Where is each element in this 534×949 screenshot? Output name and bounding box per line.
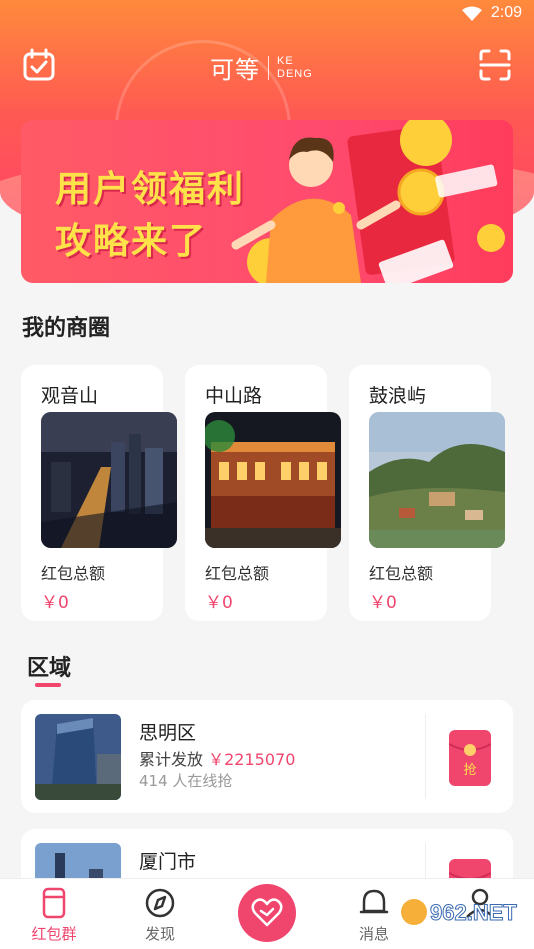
site-watermark: 962.NET 乐游网 bbox=[398, 892, 532, 944]
heart-handshake-icon bbox=[251, 898, 283, 927]
scan-icon[interactable] bbox=[478, 48, 512, 82]
region-title-underline bbox=[35, 683, 61, 687]
circle-total-amount: ￥0 bbox=[369, 593, 397, 613]
top-bar: 可等 KE DENG bbox=[0, 46, 534, 90]
promo-banner[interactable]: 用户领福利 攻略来了 bbox=[21, 120, 513, 283]
circle-card-guanyinshan[interactable]: 观音山 红包总额 ￥0 bbox=[21, 365, 177, 621]
svg-text:抢: 抢 bbox=[463, 762, 476, 778]
logo-chinese: 可等 bbox=[210, 56, 260, 84]
calendar-check-icon[interactable] bbox=[22, 48, 56, 82]
grab-red-packet-button[interactable]: 抢 bbox=[448, 730, 492, 786]
circle-photo-island bbox=[369, 412, 505, 548]
red-packet-icon: 抢 bbox=[448, 730, 492, 786]
nav-label: 红包群 bbox=[31, 925, 77, 943]
wifi-icon bbox=[462, 6, 482, 21]
status-bar: 2:09 bbox=[0, 0, 534, 30]
logo-english-line1: KE bbox=[277, 54, 294, 67]
nav-tab-discover[interactable]: 发现 bbox=[120, 879, 200, 949]
logo-english: KE DENG bbox=[277, 55, 313, 81]
status-time: 2:09 bbox=[490, 4, 522, 21]
region-title: 区域 bbox=[27, 656, 72, 681]
region-card-siming[interactable]: 思明区 累计发放 ￥2215070 414 人在线抢 抢 bbox=[21, 700, 513, 813]
region-online-count: 414 人在线抢 bbox=[139, 772, 233, 790]
region-name: 思明区 bbox=[139, 722, 197, 744]
nav-tab-red-packet-group[interactable]: 红包群 bbox=[14, 879, 94, 949]
app-logo: 可等 KE DENG bbox=[210, 50, 313, 85]
circle-total-label: 红包总额 bbox=[369, 564, 434, 583]
compass-icon bbox=[145, 888, 175, 918]
logo-english-line2: DENG bbox=[277, 67, 313, 80]
circle-photo-city-night bbox=[41, 412, 177, 548]
banner-illustration bbox=[231, 120, 505, 283]
svg-text:962.NET: 962.NET bbox=[430, 900, 517, 925]
circle-card-gulangyu[interactable]: 鼓浪屿 红包总额 ￥0 bbox=[349, 365, 505, 621]
circle-total-label: 红包总额 bbox=[205, 564, 270, 583]
circle-card-zhongshanlu[interactable]: 中山路 红包总额 ￥0 bbox=[185, 365, 341, 621]
circle-total-amount: ￥0 bbox=[205, 593, 233, 613]
region-issued: 累计发放 ￥2215070 bbox=[139, 746, 295, 770]
nav-center-button[interactable] bbox=[238, 884, 296, 942]
region-issued-label: 累计发放 bbox=[139, 750, 204, 769]
my-circles-title: 我的商圈 bbox=[22, 316, 111, 341]
circle-total-amount: ￥0 bbox=[41, 593, 69, 613]
region-issued-amount: ￥2215070 bbox=[208, 750, 296, 769]
bell-icon bbox=[359, 889, 389, 914]
logo-separator bbox=[268, 55, 269, 80]
cup-icon bbox=[42, 887, 66, 919]
circle-name: 中山路 bbox=[205, 385, 263, 407]
nav-label: 发现 bbox=[144, 925, 175, 943]
banner-title-line2: 攻略来了 bbox=[55, 221, 208, 262]
circle-name: 鼓浪屿 bbox=[369, 385, 427, 407]
circle-photo-street-night bbox=[205, 412, 341, 548]
svg-text:乐游网: 乐游网 bbox=[482, 927, 518, 941]
region-photo-building bbox=[35, 714, 121, 800]
region-name: 厦门市 bbox=[139, 851, 197, 873]
region-divider bbox=[425, 714, 426, 799]
circle-total-label: 红包总额 bbox=[41, 564, 106, 583]
circle-name: 观音山 bbox=[41, 385, 99, 407]
